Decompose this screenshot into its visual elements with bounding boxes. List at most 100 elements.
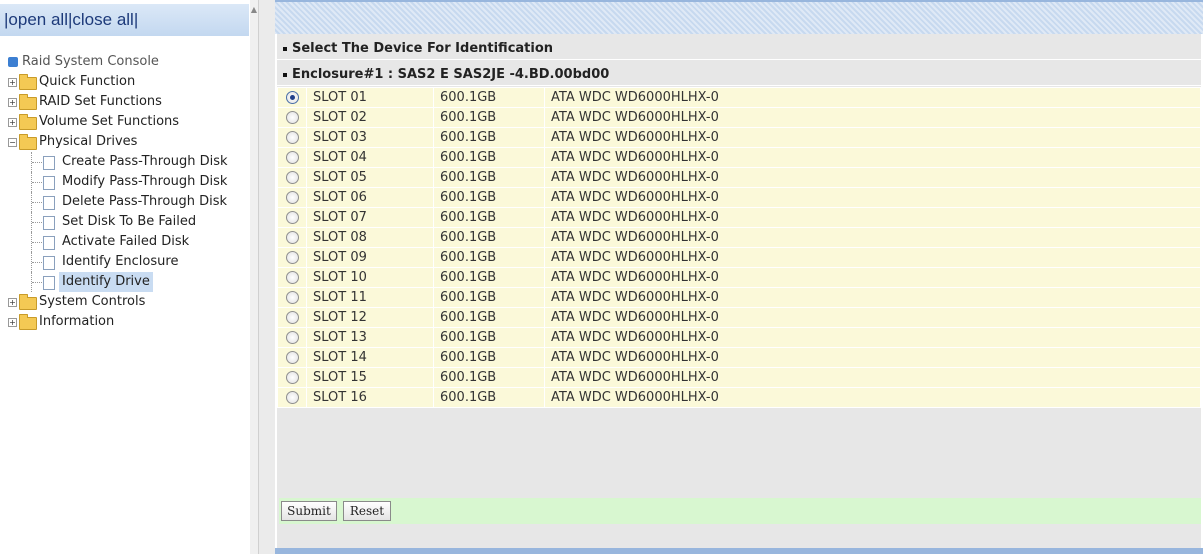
- drive-radio-button[interactable]: [285, 251, 299, 264]
- page-icon: [43, 156, 55, 170]
- drive-row: SLOT 03 600.1GB ATA WDC WD6000HLHX-0: [277, 127, 1201, 148]
- drive-radio-button[interactable]: [285, 191, 299, 204]
- tree-child-label: Create Pass-Through Disk: [62, 154, 228, 169]
- slot-cell: SLOT 14: [306, 347, 434, 368]
- drive-radio-button[interactable]: [285, 151, 299, 164]
- drive-radio-button[interactable]: [285, 371, 299, 384]
- drive-radio-button[interactable]: [285, 351, 299, 364]
- drive-select-cell[interactable]: [277, 307, 307, 328]
- drive-select-cell[interactable]: [277, 187, 307, 208]
- tree-item-label: System Controls: [39, 294, 146, 309]
- model-cell: ATA WDC WD6000HLHX-0: [544, 147, 1201, 168]
- slot-cell: SLOT 09: [306, 247, 434, 268]
- page-icon: [43, 276, 55, 290]
- slot-cell: SLOT 08: [306, 227, 434, 248]
- drive-radio-button[interactable]: [285, 211, 299, 224]
- drive-select-cell[interactable]: [277, 207, 307, 228]
- tree-connector: [32, 242, 42, 243]
- capacity-cell: 600.1GB: [433, 187, 545, 208]
- drive-select-cell[interactable]: [277, 247, 307, 268]
- capacity-cell: 600.1GB: [433, 107, 545, 128]
- page-icon: [43, 236, 55, 250]
- drive-select-cell[interactable]: [277, 127, 307, 148]
- slot-cell: SLOT 01: [306, 87, 434, 108]
- open-close-bar: |open all|close all|: [0, 4, 249, 36]
- drive-select-cell[interactable]: [277, 387, 307, 408]
- tree-item-label: Quick Function: [39, 74, 136, 89]
- enclosure-header: Enclosure#1 : SAS2 E SAS2JE -4.BD.00bd00: [277, 64, 1201, 86]
- open-all-link[interactable]: open all: [8, 10, 68, 29]
- drive-radio-button[interactable]: [285, 91, 299, 104]
- tree-connector: [32, 282, 42, 283]
- drive-select-cell[interactable]: [277, 267, 307, 288]
- drive-select-cell[interactable]: [277, 367, 307, 388]
- drive-radio-button[interactable]: [285, 391, 299, 404]
- drive-radio-button[interactable]: [285, 131, 299, 144]
- plus-expander-icon[interactable]: +: [8, 98, 17, 107]
- slot-cell: SLOT 07: [306, 207, 434, 228]
- drive-select-cell[interactable]: [277, 87, 307, 108]
- slot-cell: SLOT 11: [306, 287, 434, 308]
- drive-row: SLOT 11 600.1GB ATA WDC WD6000HLHX-0: [277, 287, 1201, 308]
- model-cell: ATA WDC WD6000HLHX-0: [544, 347, 1201, 368]
- tree-connector: [32, 202, 42, 203]
- folder-icon: [19, 134, 37, 150]
- drive-radio-button[interactable]: [285, 231, 299, 244]
- frame-divider[interactable]: [258, 0, 275, 554]
- drive-table: SLOT 01 600.1GB ATA WDC WD6000HLHX-0 SLOT 0…: [277, 87, 1201, 408]
- minus-expander-icon[interactable]: −: [8, 138, 17, 147]
- enclosure-header-text: Enclosure#1 : SAS2 E SAS2JE -4.BD.00bd00: [292, 67, 610, 82]
- model-cell: ATA WDC WD6000HLHX-0: [544, 227, 1201, 248]
- drive-row: SLOT 13 600.1GB ATA WDC WD6000HLHX-0: [277, 327, 1201, 348]
- model-cell: ATA WDC WD6000HLHX-0: [544, 87, 1201, 108]
- folder-icon: [19, 114, 37, 130]
- plus-expander-icon[interactable]: +: [8, 318, 17, 327]
- panel-title-text: Select The Device For Identification: [292, 41, 554, 56]
- model-cell: ATA WDC WD6000HLHX-0: [544, 107, 1201, 128]
- navigation-frame: |open all|close all| Raid System Console…: [0, 0, 258, 554]
- content-top-band: [275, 0, 1203, 34]
- drive-radio-button[interactable]: [285, 171, 299, 184]
- plus-expander-icon[interactable]: +: [8, 78, 17, 87]
- capacity-cell: 600.1GB: [433, 287, 545, 308]
- drive-radio-button[interactable]: [285, 311, 299, 324]
- content-frame: Select The Device For Identification Enc…: [275, 0, 1203, 554]
- tree-connector: [32, 262, 42, 263]
- drive-select-cell[interactable]: [277, 227, 307, 248]
- reset-button[interactable]: Reset: [343, 501, 391, 521]
- slot-cell: SLOT 10: [306, 267, 434, 288]
- plus-expander-icon[interactable]: +: [8, 298, 17, 307]
- page-icon: [43, 176, 55, 190]
- drive-radio-button[interactable]: [285, 291, 299, 304]
- model-cell: ATA WDC WD6000HLHX-0: [544, 187, 1201, 208]
- drive-select-cell[interactable]: [277, 107, 307, 128]
- drive-radio-button[interactable]: [285, 111, 299, 124]
- bullet-icon: [283, 46, 287, 51]
- capacity-cell: 600.1GB: [433, 267, 545, 288]
- model-cell: ATA WDC WD6000HLHX-0: [544, 207, 1201, 228]
- tree-item-label: Information: [39, 314, 115, 329]
- submit-button[interactable]: Submit: [281, 501, 337, 521]
- close-all-link[interactable]: close all: [72, 10, 133, 29]
- capacity-cell: 600.1GB: [433, 247, 545, 268]
- content-bottom-band: [275, 548, 1203, 554]
- model-cell: ATA WDC WD6000HLHX-0: [544, 267, 1201, 288]
- drive-select-cell[interactable]: [277, 287, 307, 308]
- scroll-up-icon[interactable]: ▲: [250, 6, 258, 14]
- drive-select-cell[interactable]: [277, 327, 307, 348]
- drive-radio-button[interactable]: [285, 331, 299, 344]
- drive-select-cell[interactable]: [277, 167, 307, 188]
- page-icon: [43, 256, 55, 270]
- drive-select-cell[interactable]: [277, 347, 307, 368]
- drive-row: SLOT 14 600.1GB ATA WDC WD6000HLHX-0: [277, 347, 1201, 368]
- plus-expander-icon[interactable]: +: [8, 118, 17, 127]
- capacity-cell: 600.1GB: [433, 207, 545, 228]
- tree-connector: [32, 222, 42, 223]
- slot-cell: SLOT 15: [306, 367, 434, 388]
- nav-scrollbar[interactable]: ▲: [250, 0, 258, 554]
- tree-connector: [32, 162, 42, 163]
- panel-title: Select The Device For Identification: [277, 38, 1201, 60]
- drive-radio-button[interactable]: [285, 271, 299, 284]
- slot-cell: SLOT 05: [306, 167, 434, 188]
- drive-select-cell[interactable]: [277, 147, 307, 168]
